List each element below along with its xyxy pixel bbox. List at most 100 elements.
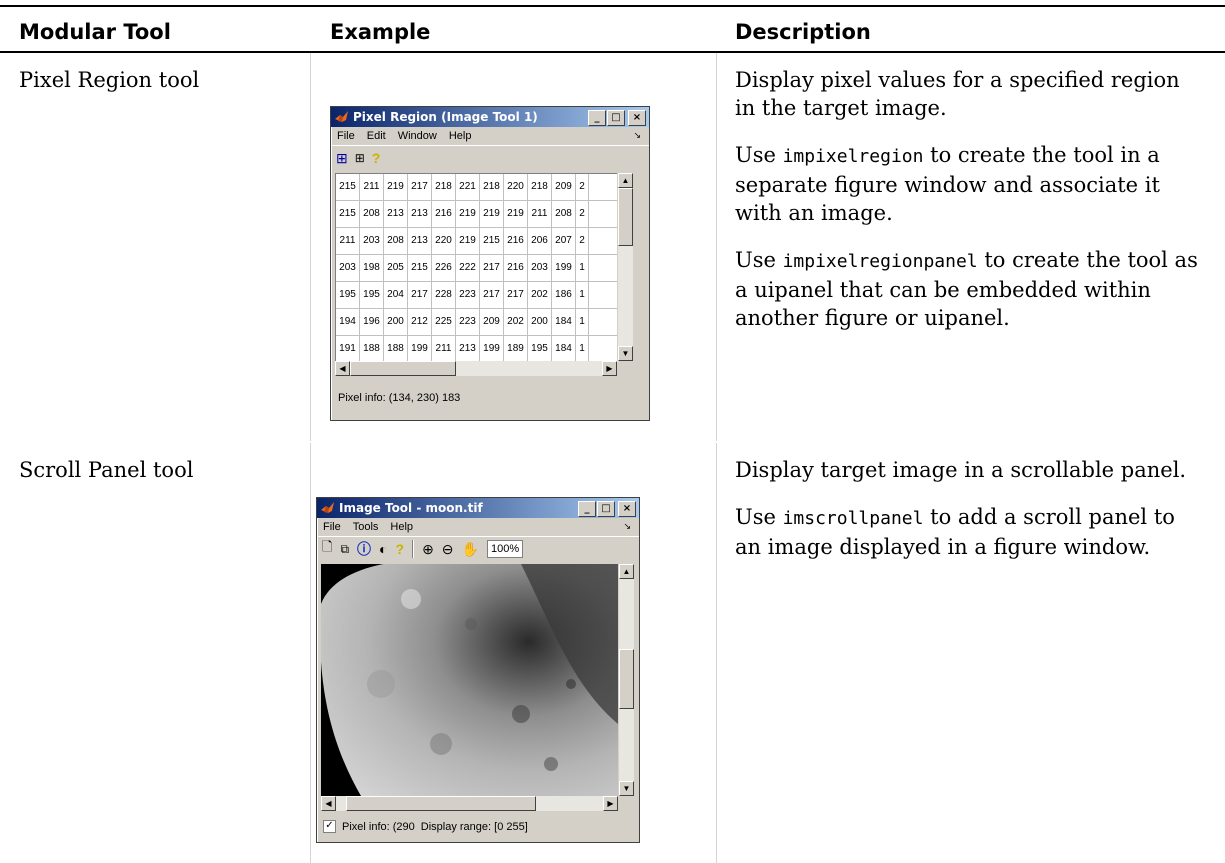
scroll-left-button[interactable]: ◀ <box>321 796 336 811</box>
function-name: impixelregion <box>782 146 924 167</box>
pixel-grid-row: 195 195 204 217 228 223 217 217 202 186 1 <box>336 282 618 309</box>
description-paragraph: Display target image in a scrollable pan… <box>735 458 1187 482</box>
pixel-value-cell: 184 <box>552 336 576 362</box>
display-range-text: Display range: [0 255] <box>420 820 528 833</box>
description-paragraph: Use impixelregion to create the tool in … <box>735 143 1160 225</box>
pixel-value-cell: 223 <box>456 282 480 308</box>
pixel-region-window: Pixel Region (Image Tool 1) _ □ × File E… <box>330 106 650 421</box>
pixel-value-cell: 209 <box>480 309 504 335</box>
help-icon[interactable]: ? <box>396 541 405 557</box>
close-button[interactable]: × <box>618 501 636 517</box>
menu-edit[interactable]: Edit <box>367 130 386 142</box>
pixel-value-cell: 202 <box>528 282 552 308</box>
help-icon[interactable]: ? <box>372 150 381 166</box>
maximize-button[interactable]: □ <box>597 501 615 517</box>
scroll-thumb[interactable] <box>618 188 633 246</box>
pixel-value-cell: 200 <box>384 309 408 335</box>
pixel-value-cell: 222 <box>456 255 480 281</box>
zoom-in-icon[interactable]: ⊕ <box>422 541 434 558</box>
pixel-value-cell: 212 <box>408 309 432 335</box>
minimize-button[interactable]: _ <box>578 501 596 517</box>
pixel-value-grid[interactable]: 215 211 219 217 218 221 218 220 218 209 2 215 208 213… <box>335 173 618 362</box>
scroll-down-button[interactable]: ▼ <box>619 781 634 796</box>
new-figure-icon[interactable]: 🗋 <box>322 538 332 560</box>
scroll-right-button[interactable]: ▶ <box>603 796 618 811</box>
column-divider <box>310 443 311 863</box>
scroll-thumb[interactable] <box>619 649 634 709</box>
header-example: Example <box>330 20 431 44</box>
scroll-down-button[interactable]: ▼ <box>618 346 633 361</box>
tool-name: Scroll Panel tool <box>19 458 194 482</box>
vertical-scrollbar[interactable]: ▲ ▼ <box>618 564 634 796</box>
status-bar: Pixel info: (134, 230) 183 <box>338 392 461 404</box>
pixel-value-cell: 211 <box>528 201 552 227</box>
copy-figure-icon[interactable]: ⧉ <box>340 542 349 557</box>
zoom-out-grid-icon[interactable]: ⊞ <box>355 151 365 165</box>
window-title-bar[interactable]: Pixel Region (Image Tool 1) _ □ × <box>331 107 649 127</box>
menu-file[interactable]: File <box>337 130 355 142</box>
pixel-value-cell: 213 <box>408 201 432 227</box>
column-divider <box>716 443 717 863</box>
pixel-info-checkbox[interactable]: ✓ <box>323 820 336 833</box>
pixel-value-cell: 194 <box>336 309 360 335</box>
zoom-out-icon[interactable]: ⊖ <box>442 541 454 558</box>
pixel-grid-row: 203 198 205 215 226 222 217 216 203 199 1 <box>336 255 618 282</box>
description-cell: Display pixel values for a specified reg… <box>735 66 1205 351</box>
info-icon[interactable]: ⓘ <box>357 539 371 559</box>
pixel-value-cell: 198 <box>360 255 384 281</box>
menu-tools[interactable]: Tools <box>353 521 379 533</box>
scroll-thumb[interactable] <box>350 361 456 376</box>
scroll-up-button[interactable]: ▲ <box>619 564 634 579</box>
description-paragraph: Use imscrollpanel to add a scroll panel … <box>735 505 1175 559</box>
dock-arrow-icon[interactable]: ↘ <box>633 130 641 141</box>
scroll-left-button[interactable]: ◀ <box>335 361 350 376</box>
close-button[interactable]: × <box>628 110 646 126</box>
scroll-thumb[interactable] <box>346 796 536 811</box>
table-header-rule <box>0 51 1225 53</box>
pixel-value-cell: 191 <box>336 336 360 362</box>
pixel-value-cell: 219 <box>480 201 504 227</box>
tool-name: Pixel Region tool <box>19 68 200 92</box>
minimize-button[interactable]: _ <box>588 110 606 126</box>
pixel-grid-row: 215 211 219 217 218 221 218 220 218 209 2 <box>336 174 618 201</box>
pixel-info-text: Pixel info: (290 <box>342 820 415 833</box>
pixel-value-cell: 188 <box>384 336 408 362</box>
pixel-grid-row: 215 208 213 213 216 219 219 219 211 208 2 <box>336 201 618 228</box>
pixel-value-cell: 213 <box>456 336 480 362</box>
dock-arrow-icon[interactable]: ↘ <box>623 521 631 532</box>
pixel-value-cell: 1 <box>576 282 589 308</box>
pixel-value-cell: 223 <box>456 309 480 335</box>
pixel-value-cell: 219 <box>456 228 480 254</box>
image-tool-window: Image Tool - moon.tif _ □ × File Tools H… <box>316 497 640 843</box>
pixel-value-cell: 228 <box>432 282 456 308</box>
scroll-up-button[interactable]: ▲ <box>618 173 633 188</box>
menu-help[interactable]: Help <box>390 521 413 533</box>
contrast-icon[interactable]: ◐ <box>379 541 387 557</box>
function-name: impixelregionpanel <box>782 251 978 272</box>
window-title-bar[interactable]: Image Tool - moon.tif _ □ × <box>317 498 639 518</box>
pixel-value-cell: 218 <box>432 174 456 200</box>
toolbar: 🗋 ⧉ ⓘ ◐ ? ⊕ ⊖ ✋ 100% <box>317 536 639 561</box>
pixel-value-cell: 202 <box>504 309 528 335</box>
pixel-value-cell: 186 <box>552 282 576 308</box>
menu-window[interactable]: Window <box>398 130 437 142</box>
maximize-button[interactable]: □ <box>607 110 625 126</box>
menu-help[interactable]: Help <box>449 130 472 142</box>
pan-hand-icon[interactable]: ✋ <box>462 541 479 558</box>
zoom-in-grid-icon[interactable]: ⊞ <box>336 150 348 167</box>
pixel-value-cell: 220 <box>432 228 456 254</box>
zoom-level-field[interactable]: 100% <box>486 540 524 558</box>
moon-image[interactable] <box>321 564 618 796</box>
description-paragraph: Use impixelregionpanel to create the too… <box>735 248 1198 330</box>
pixel-value-cell: 205 <box>384 255 408 281</box>
horizontal-scrollbar[interactable]: ◀ ▶ <box>321 796 618 811</box>
menu-file[interactable]: File <box>323 521 341 533</box>
pixel-value-cell: 2 <box>576 201 589 227</box>
vertical-scrollbar[interactable]: ▲ ▼ <box>617 173 633 361</box>
horizontal-scrollbar[interactable]: ◀ ▶ <box>335 361 617 376</box>
header-modular-tool: Modular Tool <box>19 20 171 44</box>
pixel-value-cell: 216 <box>504 255 528 281</box>
pixel-value-cell: 218 <box>480 174 504 200</box>
window-title: Pixel Region (Image Tool 1) <box>353 110 538 124</box>
scroll-right-button[interactable]: ▶ <box>602 361 617 376</box>
